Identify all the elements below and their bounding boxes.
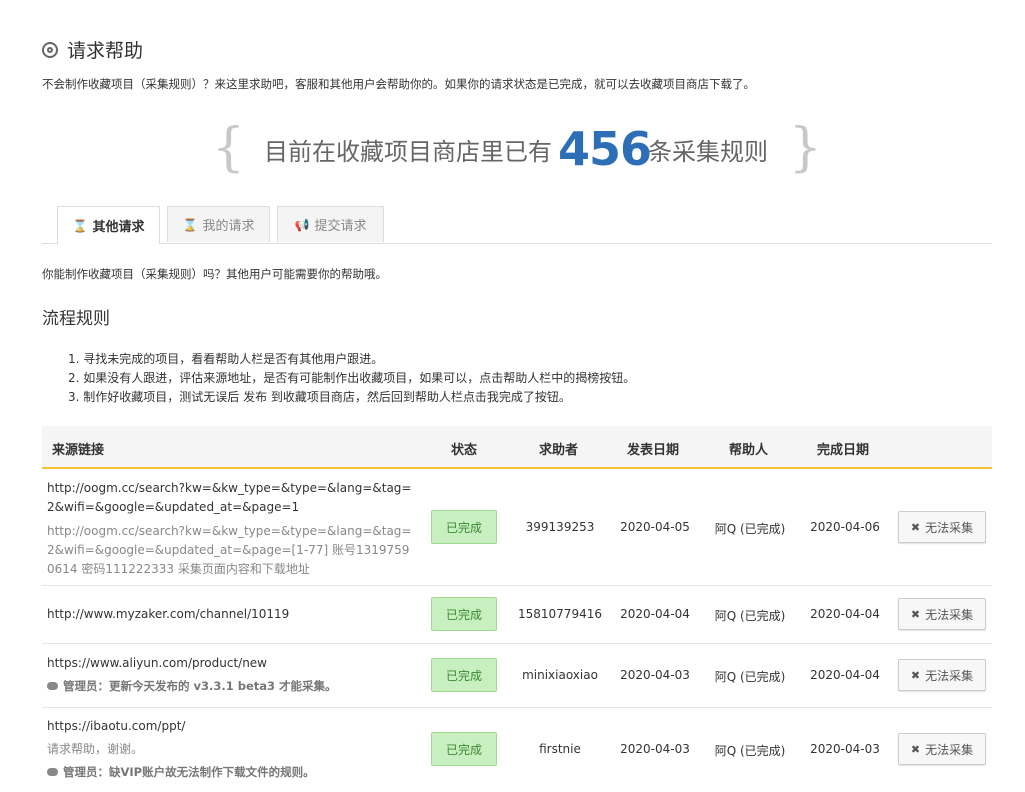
requester: minixiaoxiao [522,668,598,682]
button-label: 无法采集 [925,742,974,757]
banner-suffix: 条采集规则 [648,138,768,166]
source-link[interactable]: https://ibaotu.com/ppt/ [47,717,417,736]
requester: 399139253 [525,520,595,534]
source-link[interactable]: http://www.myzaker.com/channel/10119 [47,605,417,624]
button-label: 无法采集 [925,668,974,683]
page-header: 请求帮助 [42,36,143,63]
tab-label: 提交请求 [314,219,367,234]
posted-date: 2020-04-04 [620,607,690,621]
tab-description: 你能制作收藏项目（采集规则）吗？其他用户可能需要你的帮助哦。 [42,267,387,281]
admin-comment-text: 管理员：更新今天发布的 v3.3.1 beta3 才能采集。 [63,679,337,693]
col-completed-date: 完成日期 [817,443,870,458]
banner-prefix: 目前在收藏项目商店里已有 [264,138,552,166]
left-brace: { [212,118,246,178]
rules-heading: 流程规则 [42,309,110,329]
button-label: 无法采集 [925,520,974,535]
page: 请求帮助 不会制作收藏项目（采集规则）？来这里求助吧，客服和其他用户会帮助你的。… [0,0,1025,790]
page-description: 不会制作收藏项目（采集规则）？来这里求助吧，客服和其他用户会帮助你的。如果你的请… [42,77,755,91]
status-badge: 已完成 [431,510,497,544]
requests-table: 来源链接 状态 求助者 发表日期 帮助人 完成日期 http://oogm.cc… [42,426,992,792]
tab-my-requests[interactable]: ⌛ 我的请求 [167,206,270,242]
status-badge: 已完成 [431,732,497,766]
col-posted-date: 发表日期 [627,443,680,458]
request-tabs: ⌛ 其他请求 ⌛ 我的请求 📢 提交请求 [42,206,992,244]
helper: 阿Q (已完成) [714,522,786,536]
cannot-collect-button[interactable]: ✖ 无法采集 [898,659,986,691]
rule-item: 1. 寻找未完成的项目，看看帮助人栏是否有其他用户跟进。 [68,352,384,366]
cannot-collect-button[interactable]: ✖ 无法采集 [898,598,986,630]
completed-date: 2020-04-04 [810,668,880,682]
completed-date: 2020-04-03 [810,742,880,756]
status-badge: 已完成 [431,597,497,631]
tab-label: 我的请求 [202,219,255,234]
rule-count: 456 [558,122,652,176]
button-label: 无法采集 [925,607,974,622]
helper: 阿Q (已完成) [714,744,786,758]
rule-item: 3. 制作好收藏项目，测试无误后 发布 到收藏项目商店，然后回到帮助人栏点击我完… [68,390,571,404]
completed-date: 2020-04-06 [810,520,880,534]
source-link[interactable]: https://www.aliyun.com/product/new [47,654,417,673]
rules-list: 1. 寻找未完成的项目，看看帮助人栏是否有其他用户跟进。 2. 如果没有人跟进，… [68,350,635,407]
cannot-collect-button[interactable]: ✖ 无法采集 [898,733,986,765]
source-cell: https://ibaotu.com/ppt/ 请求帮助，谢谢。 管理员：缺VI… [47,717,417,782]
comment-icon [47,682,58,690]
source-cell: http://www.myzaker.com/channel/10119 [47,605,417,624]
rule-count-banner: { 目前在收藏项目商店里已有 456 条采集规则 } [212,120,822,180]
request-note: 请求帮助，谢谢。 [47,742,144,756]
helper: 阿Q (已完成) [714,670,786,684]
source-link[interactable]: http://oogm.cc/search?kw=&kw_type=&type=… [47,479,417,517]
cannot-collect-button[interactable]: ✖ 无法采集 [898,511,986,543]
admin-comment-text: 管理员：缺VIP账户故无法制作下载文件的规则。 [63,765,315,779]
requester: 15810779416 [518,607,602,621]
completed-date: 2020-04-04 [810,607,880,621]
close-icon: ✖ [910,607,921,621]
megaphone-icon: 📢 [294,217,310,232]
source-cell: http://oogm.cc/search?kw=&kw_type=&type=… [47,479,417,579]
posted-date: 2020-04-05 [620,520,690,534]
close-icon: ✖ [910,520,921,534]
page-title: 请求帮助 [67,40,144,62]
col-source: 来源链接 [52,443,105,458]
admin-comment: 管理员：缺VIP账户故无法制作下载文件的规则。 [47,763,417,782]
posted-date: 2020-04-03 [620,742,690,756]
table-row: https://ibaotu.com/ppt/ 请求帮助，谢谢。 管理员：缺VI… [42,708,992,792]
source-cell: https://www.aliyun.com/product/new 管理员：更… [47,654,417,696]
posted-date: 2020-04-03 [620,668,690,682]
hourglass-icon: ⌛ [72,218,88,233]
table-header: 来源链接 状态 求助者 发表日期 帮助人 完成日期 [42,426,992,469]
request-note: http://oogm.cc/search?kw=&kw_type=&type=… [47,524,412,576]
lifebuoy-icon [42,41,58,58]
comment-icon [47,768,58,776]
table-row: http://www.myzaker.com/channel/10119 已完成… [42,586,992,644]
admin-comment: 管理员：更新今天发布的 v3.3.1 beta3 才能采集。 [47,677,417,696]
col-requester: 求助者 [539,443,579,458]
col-helper: 帮助人 [729,443,769,458]
helper: 阿Q (已完成) [714,609,786,623]
close-icon: ✖ [910,742,921,756]
table-row: http://oogm.cc/search?kw=&kw_type=&type=… [42,469,992,586]
tab-other-requests[interactable]: ⌛ 其他请求 [57,206,160,244]
right-brace: } [788,118,822,178]
table-row: https://www.aliyun.com/product/new 管理员：更… [42,644,992,708]
status-badge: 已完成 [431,658,497,692]
requester: firstnie [539,742,581,756]
col-status: 状态 [451,443,478,458]
tab-label: 其他请求 [92,220,145,235]
hourglass-icon: ⌛ [182,217,198,232]
tab-submit-request[interactable]: 📢 提交请求 [277,206,384,242]
rule-item: 2. 如果没有人跟进，评估来源地址，是否有可能制作出收藏项目，如果可以，点击帮助… [68,371,636,385]
close-icon: ✖ [910,668,921,682]
